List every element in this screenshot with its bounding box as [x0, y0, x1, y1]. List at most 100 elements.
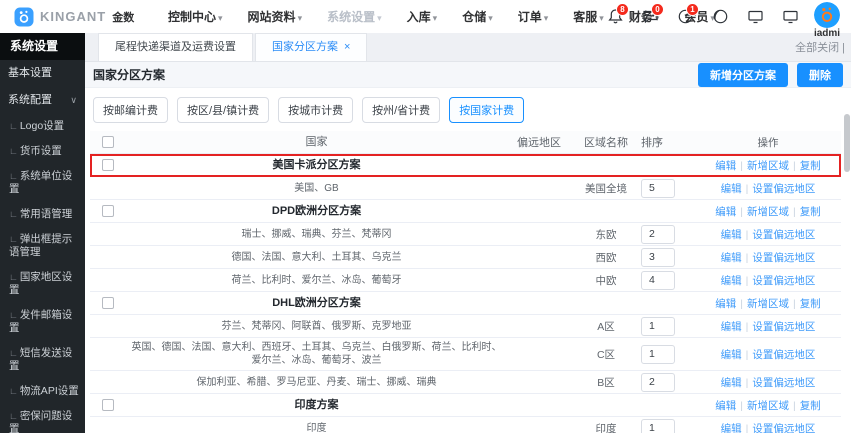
notifications-bell-icon[interactable]: 8 — [607, 3, 629, 25]
select-all-checkbox[interactable] — [102, 136, 114, 148]
row-checkbox[interactable] — [102, 399, 114, 411]
nav-menu-item-网站资料[interactable]: 网站资料 ▾ — [248, 8, 303, 25]
nav-menu-item-客服[interactable]: 客服 ▾ — [573, 8, 604, 25]
close-all-tabs-link[interactable]: 全部关闭 | — [795, 39, 845, 55]
header-country: 国家 — [305, 135, 328, 148]
action-link-设置偏远地区[interactable]: 设置偏远地区 — [752, 377, 815, 389]
nav-menu-item-控制中心[interactable]: 控制中心 ▾ — [168, 8, 223, 25]
action-link-设置偏远地区[interactable]: 设置偏远地区 — [752, 229, 815, 241]
sidebar-item-物流API设置[interactable]: ∟ 物流API设置 — [0, 379, 85, 404]
filter-button-按邮编计费[interactable]: 按邮编计费 — [93, 97, 168, 123]
vertical-scrollbar[interactable] — [844, 112, 850, 407]
tab-国家分区方案[interactable]: 国家分区方案 × — [255, 33, 368, 61]
scrollbar-thumb[interactable] — [844, 114, 850, 172]
action-link-编辑[interactable]: 编辑 — [721, 321, 742, 333]
row-checkbox[interactable] — [102, 297, 114, 309]
filter-button-按国家计费[interactable]: 按国家计费 — [449, 97, 525, 123]
row-actions: 编辑 | 设置偏远地区 — [695, 375, 841, 390]
action-link-编辑[interactable]: 编辑 — [715, 160, 736, 172]
action-link-新增区域[interactable]: 新增区域 — [747, 160, 789, 172]
chevron-down-icon: ▾ — [488, 13, 493, 23]
sort-order-input[interactable] — [641, 372, 675, 392]
action-link-编辑[interactable]: 编辑 — [721, 252, 742, 264]
branch-icon: ∟ — [9, 209, 18, 219]
action-link-编辑[interactable]: 编辑 — [715, 400, 736, 412]
action-link-新增区域[interactable]: 新增区域 — [747, 206, 789, 218]
row-actions: 编辑 | 新增区域 | 复制 — [695, 204, 841, 219]
action-link-编辑[interactable]: 编辑 — [721, 349, 742, 361]
nav-menu-item-入库[interactable]: 入库 ▾ — [407, 8, 438, 25]
action-link-编辑[interactable]: 编辑 — [721, 423, 742, 433]
sidebar-item-系统单位设置[interactable]: ∟ 系统单位设置 — [0, 164, 85, 202]
zone-row: 保加利亚、希腊、罗马尼亚、丹麦、瑞士、挪威、瑞典 B区 编辑|设置偏远地区 — [90, 371, 841, 394]
sidebar-item-系统配置[interactable]: 系统配置 ∨ — [0, 87, 85, 114]
action-link-设置偏远地区[interactable]: 设置偏远地区 — [752, 252, 815, 264]
sidebar-item-短信发送设置[interactable]: ∟ 短信发送设置 — [0, 341, 85, 379]
tab-close-icon[interactable]: × — [344, 41, 350, 53]
tab-尾程快递渠道及运费设置[interactable]: 尾程快递渠道及运费设置 — [98, 33, 253, 61]
plan-name: 印度方案 — [294, 398, 339, 411]
user-avatar-block[interactable]: iadmi — [810, 2, 844, 40]
chevron-down-icon: ▾ — [432, 13, 438, 23]
sort-order-input[interactable] — [641, 247, 675, 267]
action-link-编辑[interactable]: 编辑 — [721, 275, 742, 287]
action-link-编辑[interactable]: 编辑 — [715, 206, 736, 218]
filter-button-按区/县/镇计费[interactable]: 按区/县/镇计费 — [177, 97, 270, 123]
monitor-icon[interactable] — [747, 8, 764, 25]
action-link-设置偏远地区[interactable]: 设置偏远地区 — [752, 183, 815, 195]
action-link-复制[interactable]: 复制 — [800, 160, 821, 172]
sort-order-input[interactable] — [641, 418, 675, 433]
sort-order-input[interactable] — [641, 344, 675, 364]
screen-display-icon[interactable] — [782, 8, 799, 25]
avatar[interactable] — [814, 2, 840, 28]
delete-button[interactable]: 删除 — [797, 62, 843, 87]
action-link-编辑[interactable]: 编辑 — [715, 298, 736, 310]
theme-contrast-icon[interactable] — [712, 8, 729, 25]
brand[interactable]: KINGANT 金数 — [0, 7, 160, 27]
action-link-设置偏远地区[interactable]: 设置偏远地区 — [752, 321, 815, 333]
gauge-badge: 1 — [686, 3, 699, 16]
sidebar-item-密保问题设置[interactable]: ∟ 密保问题设置 — [0, 404, 85, 433]
branch-icon: ∟ — [9, 234, 18, 244]
dashboard-gauge-icon[interactable]: 1 — [677, 3, 699, 25]
action-link-编辑[interactable]: 编辑 — [721, 229, 742, 241]
sidebar-item-国家地区设置[interactable]: ∟ 国家地区设置 — [0, 265, 85, 303]
row-checkbox[interactable] — [102, 159, 114, 171]
sidebar-item-Logo设置[interactable]: ∟ Logo设置 — [0, 114, 85, 139]
sidebar-item-常用语管理[interactable]: ∟ 常用语管理 — [0, 202, 85, 227]
messages-chat-icon[interactable]: 0 — [642, 3, 664, 25]
sidebar-item-弹出框提示语管理[interactable]: ∟ 弹出框提示语管理 — [0, 227, 85, 265]
action-link-设置偏远地区[interactable]: 设置偏远地区 — [752, 275, 815, 287]
action-link-复制[interactable]: 复制 — [800, 400, 821, 412]
action-link-复制[interactable]: 复制 — [800, 298, 821, 310]
row-actions: 编辑 | 设置偏远地区 — [695, 250, 841, 265]
row-actions: 编辑 | 设置偏远地区 — [695, 347, 841, 362]
zone-row: 瑞士、挪威、瑞典、芬兰、梵蒂冈 东欧 编辑|设置偏远地区 — [90, 223, 841, 246]
action-link-编辑[interactable]: 编辑 — [721, 377, 742, 389]
chat-badge: 0 — [651, 3, 664, 16]
filter-button-按城市计费[interactable]: 按城市计费 — [278, 97, 354, 123]
sort-order-input[interactable] — [641, 178, 675, 198]
add-zone-plan-button[interactable]: 新增分区方案 — [698, 62, 788, 87]
sidebar-item-发件邮箱设置[interactable]: ∟ 发件邮箱设置 — [0, 303, 85, 341]
plan-group-row: 美国卡派分区方案 编辑 | 新增区域 | 复制 — [90, 154, 841, 177]
action-link-新增区域[interactable]: 新增区域 — [747, 400, 789, 412]
nav-menu-item-订单[interactable]: 订单 ▾ — [518, 8, 549, 25]
sidebar-item-基本设置[interactable]: 基本设置 — [0, 60, 85, 87]
nav-menu-item-仓储[interactable]: 仓储 ▾ — [462, 8, 493, 25]
zone-name: 东欧 — [595, 228, 617, 241]
action-link-复制[interactable]: 复制 — [800, 206, 821, 218]
filter-button-按州/省计费[interactable]: 按州/省计费 — [362, 97, 441, 123]
action-link-新增区域[interactable]: 新增区域 — [747, 298, 789, 310]
row-checkbox[interactable] — [102, 205, 114, 217]
page-title: 国家分区方案 — [93, 68, 166, 82]
sort-order-input[interactable] — [641, 224, 675, 244]
nav-menu-item-系统设置[interactable]: 系统设置 ▾ — [327, 8, 382, 25]
sort-order-input[interactable] — [641, 270, 675, 290]
action-link-设置偏远地区[interactable]: 设置偏远地区 — [752, 423, 815, 433]
sort-order-input[interactable] — [641, 316, 675, 336]
zone-countries: 荷兰、比利时、爱尔兰、冰岛、葡萄牙 — [231, 274, 402, 286]
action-link-设置偏远地区[interactable]: 设置偏远地区 — [752, 349, 815, 361]
action-link-编辑[interactable]: 编辑 — [721, 183, 742, 195]
sidebar-item-货币设置[interactable]: ∟ 货币设置 — [0, 139, 85, 164]
